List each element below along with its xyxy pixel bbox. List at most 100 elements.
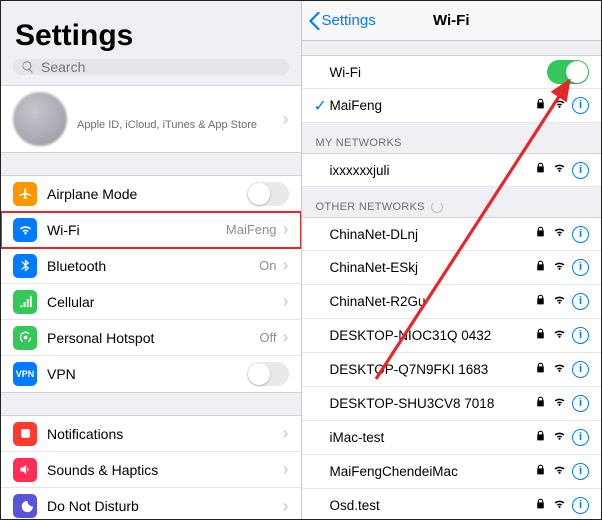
hotspot-detail: Off [259, 330, 276, 345]
network-row[interactable]: Osd.test i [302, 489, 602, 519]
info-button[interactable]: i [572, 226, 589, 243]
lock-icon [534, 429, 547, 447]
info-button[interactable]: i [572, 97, 589, 114]
back-label: Settings [322, 12, 376, 29]
network-row[interactable]: DESKTOP-Q7N9FKI 1683 i [302, 353, 602, 387]
info-button[interactable]: i [572, 395, 589, 412]
vpn-icon: VPN [13, 362, 37, 386]
wifi-list: Wi-Fi ✓ MaiFeng i MY NETWORKS ixxxxxxjul… [302, 41, 602, 519]
account-sub: Apple ID, iCloud, iTunes & App Store [77, 119, 283, 131]
network-name: Osd.test [330, 498, 535, 513]
info-button[interactable]: i [572, 259, 589, 276]
row-label: VPN [47, 366, 247, 382]
network-name: ChinaNet-ESkj [330, 260, 535, 275]
lock-icon [534, 293, 547, 311]
wifi-signal-icon [553, 361, 566, 379]
account-name-redacted [77, 107, 283, 119]
settings-row-cellular[interactable]: Cellular› [1, 284, 301, 320]
lock-icon [534, 225, 547, 243]
settings-row-bluetooth[interactable]: BluetoothOn › [1, 248, 301, 284]
lock-icon [534, 463, 547, 481]
network-row[interactable]: DESKTOP-NIOC31Q 0432 i [302, 319, 602, 353]
wifi-signal-icon [553, 497, 566, 515]
hotspot-icon [13, 326, 37, 350]
network-row[interactable]: ChinaNet-ESkj i [302, 251, 602, 285]
network-name: MaiFeng [330, 98, 535, 113]
wifi-toggle[interactable] [547, 60, 589, 84]
notify-icon [13, 422, 37, 446]
info-button[interactable]: i [572, 463, 589, 480]
wifi-signal-icon [553, 259, 566, 277]
network-name: DESKTOP-SHU3CV8 7018 [330, 396, 535, 411]
network-row[interactable]: MaiFengChendeiMac i [302, 455, 602, 489]
airplane-icon [13, 182, 37, 206]
chevron-right-icon: › [283, 496, 289, 517]
back-button[interactable]: Settings [302, 12, 376, 30]
settings-row-hotspot[interactable]: Personal HotspotOff› [1, 320, 301, 356]
info-button[interactable]: i [572, 293, 589, 310]
network-row[interactable]: ChinaNet-DLnj i [302, 217, 602, 251]
network-row[interactable]: iMac-test i [302, 421, 602, 455]
settings-row-sound[interactable]: Sounds & Haptics› [1, 452, 301, 488]
info-button[interactable]: i [572, 497, 589, 514]
chevron-right-icon: › [283, 255, 289, 276]
lock-icon [534, 497, 547, 515]
settings-row-wifi[interactable]: Wi-FiMaiFeng › [1, 212, 301, 248]
lock-icon [534, 161, 547, 179]
wifi-pane: Settings Wi-Fi Wi-Fi ✓ MaiFeng i MY NETW… [302, 1, 602, 519]
bluetooth-detail: On [259, 258, 276, 273]
lock-icon [534, 395, 547, 413]
row-label: Bluetooth [47, 258, 259, 274]
page-title: Settings [1, 1, 301, 59]
settings-row-vpn[interactable]: VPN VPN [1, 356, 301, 392]
network-name: DESKTOP-Q7N9FKI 1683 [330, 362, 535, 377]
network-row[interactable]: ✓ MaiFeng i [302, 89, 602, 123]
avatar [13, 92, 67, 146]
settings-row-airplane[interactable]: Airplane Mode [1, 176, 301, 212]
lock-icon [534, 259, 547, 277]
airplane-toggle[interactable] [247, 182, 289, 206]
settings-row-notify[interactable]: Notifications› [1, 416, 301, 452]
network-row[interactable]: DESKTOP-SHU3CV8 7018 i [302, 387, 602, 421]
info-button[interactable]: i [572, 162, 589, 179]
wifi-signal-icon [553, 463, 566, 481]
network-name: MaiFengChendeiMac [330, 464, 535, 479]
network-name: ChinaNet-DLnj [330, 227, 535, 242]
wifi-signal-icon [553, 97, 566, 115]
network-name: iMac-test [330, 430, 535, 445]
lock-icon [534, 327, 547, 345]
section-my-networks: MY NETWORKS [302, 123, 602, 153]
row-label: Wi-Fi [47, 222, 226, 238]
info-button[interactable]: i [572, 361, 589, 378]
network-row[interactable]: ixxxxxxjuli i [302, 153, 602, 187]
wifi-signal-icon [553, 327, 566, 345]
apple-id-row[interactable]: Apple ID, iCloud, iTunes & App Store › [1, 85, 301, 153]
bluetooth-icon [13, 254, 37, 278]
wifi-icon [13, 218, 37, 242]
wifi-master-row: Wi-Fi [302, 55, 602, 89]
wifi-detail: MaiFeng [226, 222, 277, 237]
row-label: Cellular [47, 294, 281, 310]
info-button[interactable]: i [572, 429, 589, 446]
dnd-icon [13, 494, 37, 518]
settings-row-dnd[interactable]: Do Not Disturb› [1, 488, 301, 519]
vpn-toggle[interactable] [247, 362, 289, 386]
section-other-networks: OTHER NETWORKS [302, 187, 602, 217]
settings-group-alerts: Notifications› Sounds & Haptics› Do Not … [1, 415, 301, 519]
sound-icon [13, 458, 37, 482]
chevron-right-icon: › [283, 219, 289, 240]
row-label: Notifications [47, 426, 281, 442]
search-bar[interactable] [13, 59, 289, 75]
lock-icon [534, 97, 547, 115]
wifi-signal-icon [553, 293, 566, 311]
settings-pane: Settings Apple ID, iCloud, iTunes & App … [1, 1, 302, 519]
wifi-signal-icon [553, 395, 566, 413]
chevron-right-icon: › [283, 459, 289, 480]
network-row[interactable]: ChinaNet-R2Gu i [302, 285, 602, 319]
search-input[interactable] [41, 59, 281, 75]
chevron-left-icon [308, 12, 320, 30]
wifi-signal-icon [553, 225, 566, 243]
nav-bar: Settings Wi-Fi [302, 1, 602, 41]
network-name: ChinaNet-R2Gu [330, 294, 535, 309]
info-button[interactable]: i [572, 327, 589, 344]
